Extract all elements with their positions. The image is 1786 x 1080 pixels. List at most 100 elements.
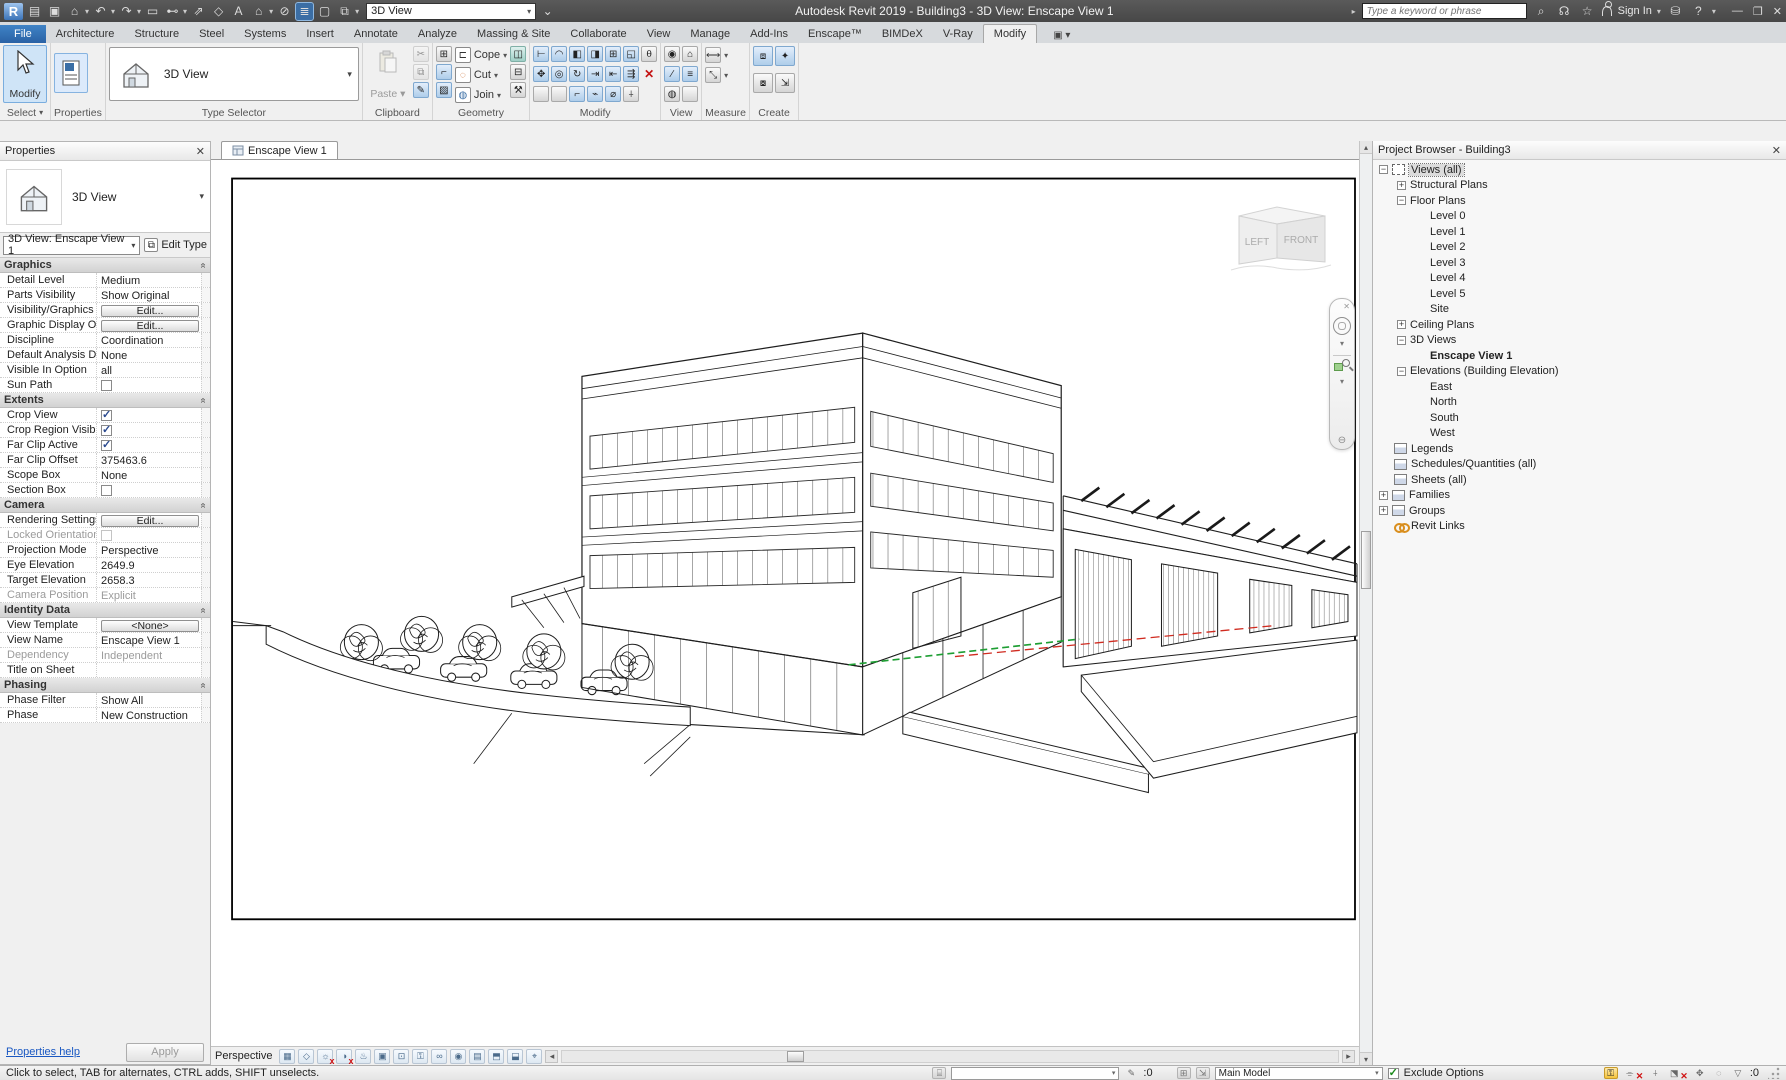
design-options-pick-icon[interactable]: ⇲ [1196, 1067, 1210, 1079]
select-panel-label[interactable]: Select▾ [3, 105, 47, 120]
properties-close-icon[interactable]: ✕ [196, 145, 205, 158]
select-by-face-icon[interactable]: ⬔ [1667, 1067, 1681, 1079]
pin-icon[interactable]: ⍭ [623, 86, 639, 102]
favorites-icon[interactable]: ☆ [1579, 3, 1596, 20]
create-group-icon[interactable]: ⧇ [753, 73, 773, 93]
tab-vray[interactable]: V-Ray [933, 25, 983, 43]
expand-expander[interactable]: + [1397, 320, 1406, 329]
visual-style-icon[interactable]: ◇ [298, 1049, 314, 1064]
collapse-expander[interactable]: − [1397, 336, 1406, 345]
rendering-settings-edit-button[interactable]: Edit... [101, 515, 199, 527]
instance-selector-combo[interactable]: 3D View: Enscape View 1▾ [3, 236, 140, 255]
modify-tool-button[interactable]: Modify [3, 45, 47, 103]
crop-region-visible-checkbox[interactable] [101, 425, 112, 436]
vscroll-down-arrow[interactable]: ▾ [1360, 1052, 1373, 1065]
prop-row-default-analysis[interactable]: Default Analysis Di...None [0, 348, 210, 363]
tree-item-east[interactable]: East [1373, 379, 1786, 395]
close-hidden-windows-icon[interactable]: ▢ [316, 3, 333, 20]
minimize-button[interactable]: — [1732, 5, 1743, 18]
tree-item-level-4[interactable]: Level 4 [1373, 271, 1786, 287]
horizontal-scrollbar[interactable] [561, 1050, 1339, 1063]
far-clip-active-checkbox[interactable] [101, 440, 112, 451]
steering-wheel-icon[interactable] [1333, 317, 1351, 335]
apply-button[interactable]: Apply [126, 1043, 204, 1062]
sun-path-checkbox[interactable] [101, 380, 112, 391]
properties-help-link[interactable]: Properties help [6, 1046, 80, 1058]
tree-item-revit-links[interactable]: Revit Links [1373, 519, 1786, 535]
tree-item-groups[interactable]: +Groups [1373, 503, 1786, 519]
tree-item-ceiling-plans[interactable]: +Ceiling Plans [1373, 317, 1786, 333]
show-rendering-dialog-icon[interactable]: ♨ [355, 1049, 371, 1064]
sign-in-link[interactable]: Sign In [1618, 5, 1652, 17]
hscroll-thumb[interactable] [787, 1051, 804, 1062]
crop-view-icon[interactable]: ▣ [374, 1049, 390, 1064]
tab-enscape[interactable]: Enscape™ [798, 25, 872, 43]
project-browser-close-icon[interactable]: ✕ [1772, 144, 1781, 157]
copy-to-clipboard-icon[interactable]: ⧉ [413, 64, 429, 80]
steering-wheel-caret-icon[interactable]: ▾ [1340, 339, 1344, 348]
type-preview[interactable]: 3D View ▾ [0, 161, 210, 233]
measure-icon[interactable]: ⊷ [164, 3, 181, 20]
hscroll-left-arrow[interactable]: ◂ [545, 1050, 558, 1063]
collapse-chevron-icon[interactable]: « [198, 682, 209, 688]
tab-bimdex[interactable]: BIMDeX [872, 25, 933, 43]
unlocked-view-icon[interactable]: ⚿ [412, 1049, 428, 1064]
redo-icon[interactable]: ↷ [118, 3, 135, 20]
override-graphics-icon[interactable]: ≡ [682, 66, 698, 82]
section-box-checkbox[interactable] [101, 485, 112, 496]
tree-item-south[interactable]: South [1373, 410, 1786, 426]
design-options-icon[interactable]: ⊞ [1177, 1067, 1191, 1079]
sync-icon[interactable]: ⌂ [66, 3, 83, 20]
prop-row-phase[interactable]: PhaseNew Construction [0, 708, 210, 723]
prop-row-crop-region-visible[interactable]: Crop Region Visible [0, 423, 210, 438]
navigation-bar[interactable]: ✕ ▾ ▾ ⊖ [1329, 298, 1355, 450]
move-icon[interactable]: ✥ [533, 66, 549, 82]
delete-icon[interactable]: ✕ [641, 66, 657, 82]
prop-row-crop-view[interactable]: Crop View [0, 408, 210, 423]
view-scale-label[interactable]: Perspective [215, 1050, 272, 1062]
expand-expander[interactable]: + [1379, 506, 1388, 515]
graphic-display-edit-button[interactable]: Edit... [101, 320, 199, 332]
tree-item-north[interactable]: North [1373, 395, 1786, 411]
tree-item-west[interactable]: West [1373, 426, 1786, 442]
section-phasing[interactable]: Phasing« [0, 678, 210, 693]
tab-insert[interactable]: Insert [296, 25, 344, 43]
exclude-options-checkbox[interactable] [1388, 1068, 1399, 1079]
view-template-button[interactable]: <None> [101, 620, 199, 632]
show-crop-region-icon[interactable]: ⊡ [393, 1049, 409, 1064]
tab-annotate[interactable]: Annotate [344, 25, 408, 43]
split-face-icon[interactable]: ◫ [510, 46, 526, 62]
sun-path-off-icon[interactable]: ☼x [317, 1049, 333, 1064]
prop-row-section-box[interactable]: Section Box [0, 483, 210, 498]
tree-item-schedules[interactable]: Schedules/Quantities (all) [1373, 457, 1786, 473]
prop-row-visibility-graphics[interactable]: Visibility/Graphics ...Edit... [0, 303, 210, 318]
tree-item-sheets[interactable]: Sheets (all) [1373, 472, 1786, 488]
navbar-minimize-icon[interactable]: ⊖ [1338, 435, 1346, 446]
wall-joins-icon[interactable]: ⊞ [436, 46, 452, 62]
offset-icon[interactable]: ◠ [551, 46, 567, 62]
prop-row-visible-in-option[interactable]: Visible In Optionall [0, 363, 210, 378]
collapse-expander[interactable]: − [1397, 367, 1406, 376]
create-similar-icon[interactable]: ✦ [775, 46, 795, 66]
prop-row-far-clip-offset[interactable]: Far Clip Offset375463.6 [0, 453, 210, 468]
reveal-hidden-icon[interactable]: ◉ [664, 46, 680, 62]
tab-steel[interactable]: Steel [189, 25, 234, 43]
qat-view-combo[interactable]: 3D View▾ [366, 3, 536, 20]
cutaway-icon[interactable]: ⌂ [682, 46, 698, 62]
close-button[interactable]: ✕ [1773, 5, 1782, 18]
trim-multi-icon[interactable]: ⇶ [623, 66, 639, 82]
vscroll-up-arrow[interactable]: ▴ [1360, 141, 1373, 154]
view-tab-enscape-view-1[interactable]: Enscape View 1 [221, 141, 338, 159]
temporary-view-properties-icon[interactable]: ▤ [469, 1049, 485, 1064]
prop-row-graphic-display[interactable]: Graphic Display Op...Edit... [0, 318, 210, 333]
prop-row-title-on-sheet[interactable]: Title on Sheet [0, 663, 210, 678]
vscroll-thumb[interactable] [1361, 531, 1371, 589]
crop-view-checkbox[interactable] [101, 410, 112, 421]
split-with-gap-icon[interactable]: ⌀ [605, 86, 621, 102]
prop-row-detail-level[interactable]: Detail LevelMedium [0, 273, 210, 288]
array-icon[interactable]: ⊞ [605, 46, 621, 62]
prop-row-projection-mode[interactable]: Projection ModePerspective [0, 543, 210, 558]
detail-level-icon[interactable]: ▦ [279, 1049, 295, 1064]
tab-modify[interactable]: Modify [983, 24, 1037, 43]
viewcube[interactable]: LEFT FRONT [1229, 200, 1333, 276]
